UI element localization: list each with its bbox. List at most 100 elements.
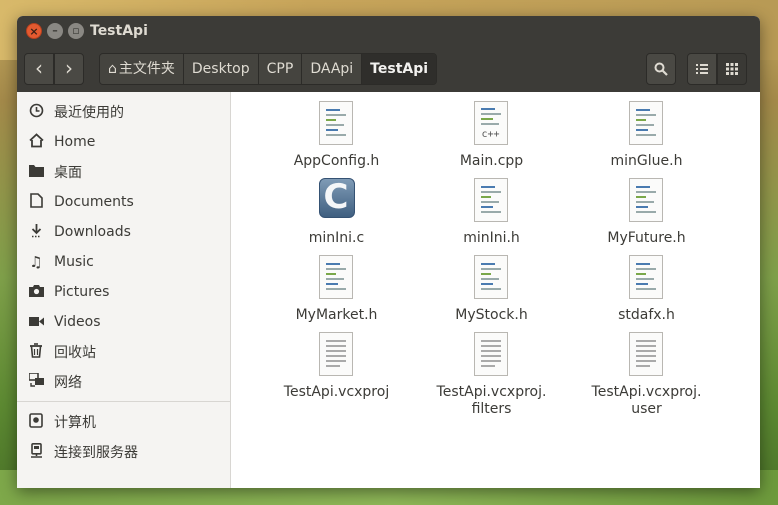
c-header-file-icon — [628, 255, 665, 301]
toolbar: ‹ › ⌂ 主文件夹 Desktop CPP DAApi TestApi — [17, 48, 760, 92]
forward-button[interactable]: › — [54, 53, 84, 85]
cpp-source-file-icon: c++ — [473, 101, 510, 147]
list-view-button[interactable] — [687, 53, 717, 85]
sidebar-item-downloads[interactable]: Downloads — [17, 217, 230, 247]
text-file-icon — [318, 332, 355, 378]
grid-view-button[interactable] — [717, 53, 747, 85]
sidebar-item-music[interactable]: ♫ Music — [17, 247, 230, 277]
file-name: MyStock.h — [455, 307, 528, 323]
sidebar-item-desktop[interactable]: 桌面 — [17, 157, 230, 187]
home-icon — [27, 132, 45, 152]
breadcrumb-desktop[interactable]: Desktop — [183, 54, 259, 84]
sidebar: 最近使用的 Home 桌面 Documents Downloads ♫ Musi… — [17, 92, 231, 488]
computer-icon — [27, 412, 45, 432]
sidebar-item-label: Documents — [54, 194, 134, 210]
sidebar-item-label: 连接到服务器 — [54, 445, 138, 461]
sidebar-item-label: 网络 — [54, 375, 82, 391]
file-item-testapi-vcxproj-user[interactable]: TestApi.vcxproj. user — [569, 332, 724, 418]
c-source-file-icon: C — [318, 177, 355, 224]
breadcrumb-cpp[interactable]: CPP — [258, 54, 303, 84]
file-item-appconfig-h[interactable]: AppConfig.h — [259, 101, 414, 170]
file-item-mystock-h[interactable]: MyStock.h — [414, 255, 569, 324]
sidebar-item-label: Home — [54, 134, 96, 150]
minimize-button[interactable]: – — [47, 23, 63, 39]
text-file-icon — [473, 332, 510, 378]
breadcrumb: ⌂ 主文件夹 Desktop CPP DAApi TestApi — [99, 53, 438, 85]
sidebar-item-pictures[interactable]: Pictures — [17, 277, 230, 307]
sidebar-item-label: 计算机 — [54, 415, 96, 431]
back-button[interactable]: ‹ — [24, 53, 54, 85]
file-name: Main.cpp — [459, 153, 524, 169]
sidebar-item-label: 回收站 — [54, 345, 96, 361]
download-icon — [27, 223, 45, 242]
home-icon: ⌂ — [108, 61, 117, 77]
c-header-file-icon — [473, 255, 510, 301]
file-name: MyFuture.h — [607, 230, 686, 246]
sidebar-item-computer[interactable]: 计算机 — [17, 407, 230, 437]
sidebar-item-label: 桌面 — [54, 165, 82, 181]
breadcrumb-testapi[interactable]: TestApi — [362, 54, 437, 84]
window-title: TestApi — [90, 23, 148, 39]
sidebar-item-label: 最近使用的 — [54, 105, 124, 121]
sidebar-item-label: Downloads — [54, 224, 131, 240]
c-header-file-icon — [628, 178, 665, 224]
file-item-mymarket-h[interactable]: MyMarket.h — [259, 255, 414, 324]
sidebar-item-label: Pictures — [54, 284, 110, 300]
cpp-tag: c++ — [481, 129, 500, 140]
sidebar-item-connect-server[interactable]: 连接到服务器 — [17, 437, 230, 467]
list-view-icon — [696, 64, 708, 74]
breadcrumb-daapi[interactable]: DAApi — [302, 54, 363, 84]
sidebar-item-home[interactable]: Home — [17, 127, 230, 157]
c-header-file-icon — [473, 178, 510, 224]
sidebar-item-videos[interactable]: Videos — [17, 307, 230, 337]
titlebar: × – ▫ TestApi — [17, 16, 760, 48]
maximize-button[interactable]: ▫ — [68, 23, 84, 39]
sidebar-item-documents[interactable]: Documents — [17, 187, 230, 217]
search-icon — [654, 62, 668, 76]
file-name: AppConfig.h — [293, 153, 380, 169]
file-manager-window: × – ▫ TestApi ‹ › ⌂ 主文件夹 Desktop CPP DAAp… — [17, 16, 760, 488]
file-name: TestApi.vcxproj. filters — [436, 384, 547, 417]
video-icon — [27, 313, 45, 331]
breadcrumb-home-label: 主文件夹 — [118, 61, 175, 77]
c-header-file-icon — [318, 101, 355, 147]
sidebar-divider — [17, 401, 230, 402]
breadcrumb-home[interactable]: ⌂ 主文件夹 — [100, 54, 184, 84]
c-header-file-icon — [628, 101, 665, 147]
file-item-minglue-h[interactable]: minGlue.h — [569, 101, 724, 170]
music-icon: ♫ — [29, 253, 43, 271]
camera-icon — [27, 283, 45, 301]
file-name: stdafx.h — [618, 307, 675, 323]
search-button[interactable] — [646, 53, 676, 85]
text-file-icon — [628, 332, 665, 378]
grid-view-icon — [726, 63, 738, 75]
file-item-main-cpp[interactable]: c++ Main.cpp — [414, 101, 569, 170]
c-header-file-icon — [318, 255, 355, 301]
clock-icon — [27, 103, 45, 122]
file-item-minini-h[interactable]: minIni.h — [414, 178, 569, 247]
file-name: TestApi.vcxproj — [283, 384, 390, 400]
sidebar-item-label: Music — [54, 254, 94, 270]
sidebar-item-network[interactable]: 网络 — [17, 367, 230, 397]
file-item-stdafx-h[interactable]: stdafx.h — [569, 255, 724, 324]
file-name: MyMarket.h — [295, 307, 378, 323]
file-item-testapi-vcxproj[interactable]: TestApi.vcxproj — [259, 332, 414, 401]
file-grid: AppConfig.h c++ Main.cpp minGlue.h C min… — [232, 92, 760, 488]
file-item-myfuture-h[interactable]: MyFuture.h — [569, 178, 724, 247]
file-name: minIni.c — [308, 230, 365, 246]
folder-icon — [27, 163, 45, 181]
server-icon — [27, 442, 45, 462]
sidebar-item-trash[interactable]: 回收站 — [17, 337, 230, 367]
document-icon — [27, 192, 45, 212]
file-item-minini-c[interactable]: C minIni.c — [259, 177, 414, 247]
close-button[interactable]: × — [26, 23, 42, 39]
file-name: minGlue.h — [610, 153, 683, 169]
file-name: minIni.h — [463, 230, 520, 246]
file-name: TestApi.vcxproj. user — [591, 384, 702, 417]
network-icon — [27, 372, 45, 391]
sidebar-item-label: Videos — [54, 314, 101, 330]
file-item-testapi-vcxproj-filters[interactable]: TestApi.vcxproj. filters — [414, 332, 569, 418]
sidebar-item-recent[interactable]: 最近使用的 — [17, 97, 230, 127]
trash-icon — [27, 342, 45, 362]
c-letter: C — [323, 177, 349, 217]
